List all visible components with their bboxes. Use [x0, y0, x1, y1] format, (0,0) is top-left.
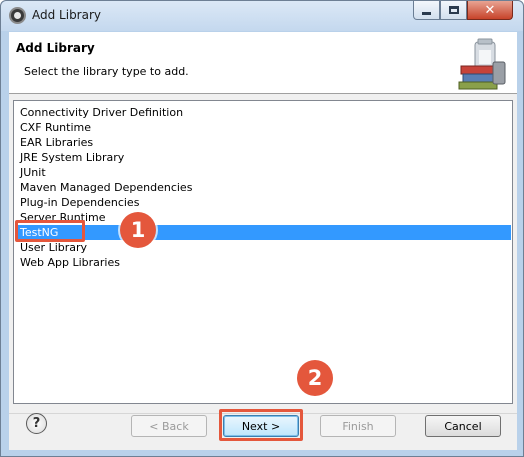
page-title: Add Library — [16, 41, 95, 55]
close-button[interactable]: ✕ — [467, 1, 513, 20]
list-item[interactable]: Plug-in Dependencies — [15, 195, 511, 210]
list-item[interactable]: JUnit — [15, 165, 511, 180]
step-2-badge: 2 — [297, 360, 333, 396]
page-description: Select the library type to add. — [24, 65, 189, 78]
library-type-list[interactable]: Connectivity Driver Definition CXF Runti… — [13, 100, 513, 404]
step-1-badge: 1 — [120, 212, 156, 248]
list-item[interactable]: Connectivity Driver Definition — [15, 105, 511, 120]
title-bar[interactable]: Add Library ✕ — [1, 1, 523, 31]
list-item-selected[interactable]: TestNG — [15, 225, 511, 240]
maximize-button[interactable] — [440, 1, 467, 20]
list-item[interactable]: User Library — [15, 240, 511, 255]
callout-highlight-next — [219, 409, 303, 441]
list-item[interactable]: JRE System Library — [15, 150, 511, 165]
back-button[interactable]: < Back — [131, 415, 207, 437]
window-title: Add Library — [32, 8, 102, 22]
list-item[interactable]: CXF Runtime — [15, 120, 511, 135]
callout-highlight-testng — [15, 220, 85, 242]
maximize-icon — [448, 6, 459, 14]
add-library-dialog: Add Library ✕ Add Library Select the lib… — [0, 0, 524, 457]
minimize-button[interactable] — [413, 1, 440, 20]
dialog-content: Add Library Select the library type to a… — [9, 32, 517, 450]
list-item[interactable]: EAR Libraries — [15, 135, 511, 150]
wizard-header: Add Library Select the library type to a… — [9, 32, 517, 94]
list-item[interactable]: Web App Libraries — [15, 255, 511, 270]
minimize-icon — [422, 11, 431, 15]
library-books-icon — [458, 38, 506, 90]
help-icon[interactable]: ? — [26, 413, 47, 434]
cancel-button[interactable]: Cancel — [425, 415, 501, 437]
list-item[interactable]: Server Runtime — [15, 210, 511, 225]
list-item[interactable]: Maven Managed Dependencies — [15, 180, 511, 195]
close-icon: ✕ — [484, 2, 496, 18]
finish-button[interactable]: Finish — [320, 415, 396, 437]
eclipse-app-icon — [9, 7, 26, 24]
